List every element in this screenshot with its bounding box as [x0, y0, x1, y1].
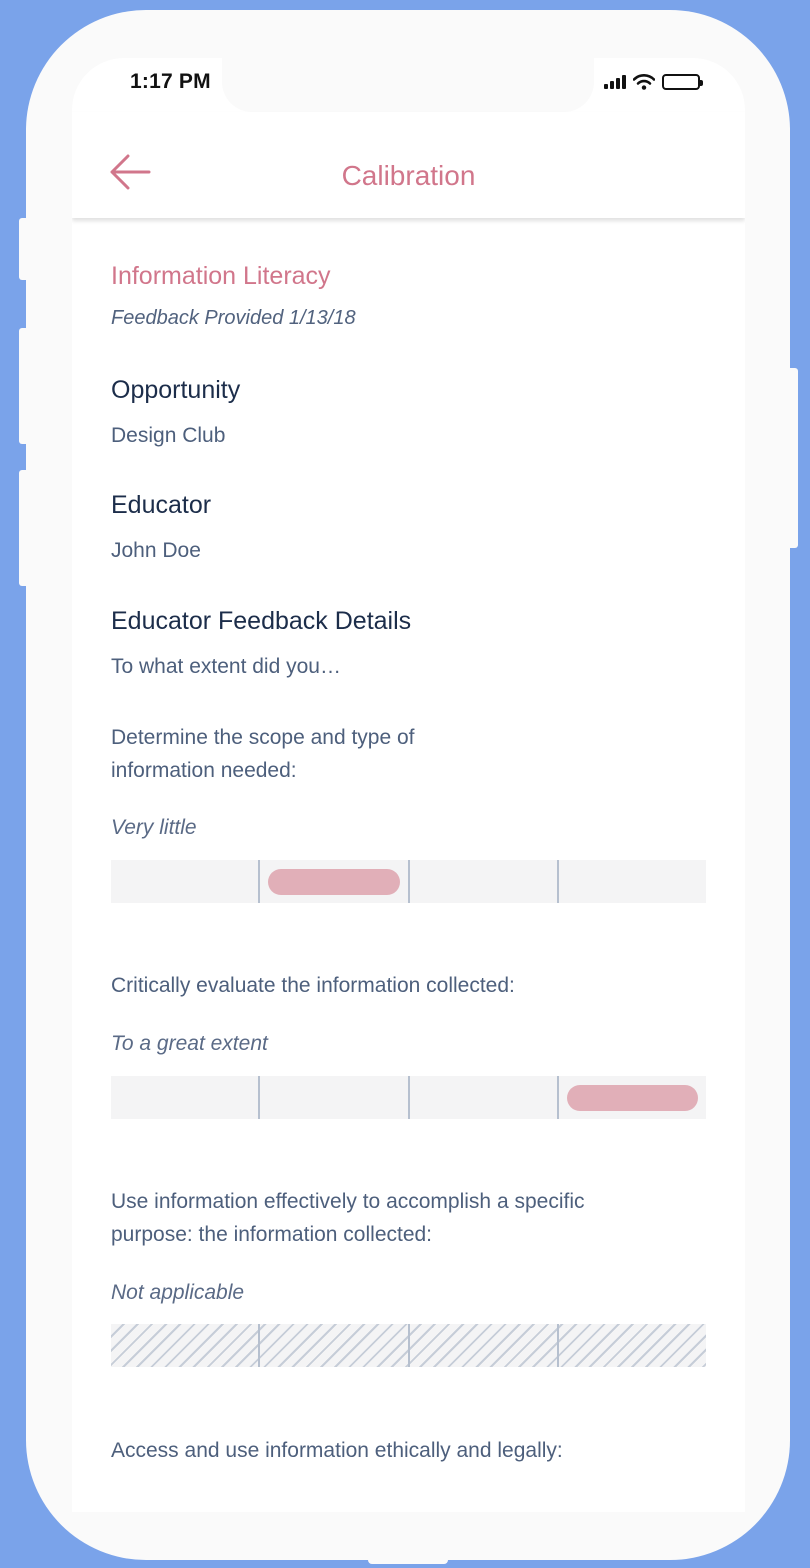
scale-segment-1: [111, 1076, 258, 1119]
feedback-details-label: Educator Feedback Details: [111, 607, 412, 635]
wifi-icon: [633, 74, 655, 90]
opportunity-label: Opportunity: [111, 376, 241, 404]
notch: [222, 58, 594, 112]
answer-1: Very little: [111, 816, 197, 839]
scale-segment-3: [407, 1076, 557, 1119]
scale-segment-2: [258, 860, 407, 903]
question-1: Determine the scope and type of informat…: [111, 726, 415, 782]
rating-scale-2: [111, 1076, 706, 1119]
scale-segment-4: [556, 1324, 706, 1367]
battery-icon: [662, 74, 703, 90]
app-header: Calibration: [72, 112, 745, 218]
app-screen: 1:17 PM Calibration Information Literacy…: [72, 58, 745, 1512]
question-3: Use information effectively to accomplis…: [111, 1190, 585, 1246]
question-4: Access and use information ethically and…: [111, 1439, 563, 1462]
feedback-date: Feedback Provided 1/13/18: [111, 307, 356, 329]
answer-2: To a great extent: [111, 1032, 268, 1055]
question-2: Critically evaluate the information coll…: [111, 974, 515, 997]
scale-segment-3: [407, 860, 557, 903]
scale-segment-3: [407, 1324, 557, 1367]
selected-level-indicator: [268, 869, 400, 895]
scale-segment-2: [258, 1324, 407, 1367]
opportunity-value: Design Club: [111, 424, 226, 447]
answer-3: Not applicable: [111, 1281, 245, 1304]
scale-segment-2: [258, 1076, 407, 1119]
status-time: 1:17 PM: [130, 70, 211, 93]
rating-scale-3: [111, 1324, 706, 1367]
scale-segment-4: [556, 860, 706, 903]
skill-title: Information Literacy: [111, 262, 331, 290]
rating-scale-1: [111, 860, 706, 903]
scale-segment-1: [111, 1324, 258, 1367]
status-icons: [604, 72, 703, 92]
home-indicator: [368, 1556, 448, 1564]
feedback-prompt: To what extent did you…: [111, 655, 341, 678]
scale-segment-4: [556, 1076, 706, 1119]
scale-segment-1: [111, 860, 258, 903]
signal-icon: [604, 75, 626, 89]
educator-value: John Doe: [111, 539, 201, 562]
page-title: Calibration: [341, 160, 476, 191]
selected-level-indicator: [566, 1085, 698, 1111]
educator-label: Educator: [111, 491, 212, 519]
